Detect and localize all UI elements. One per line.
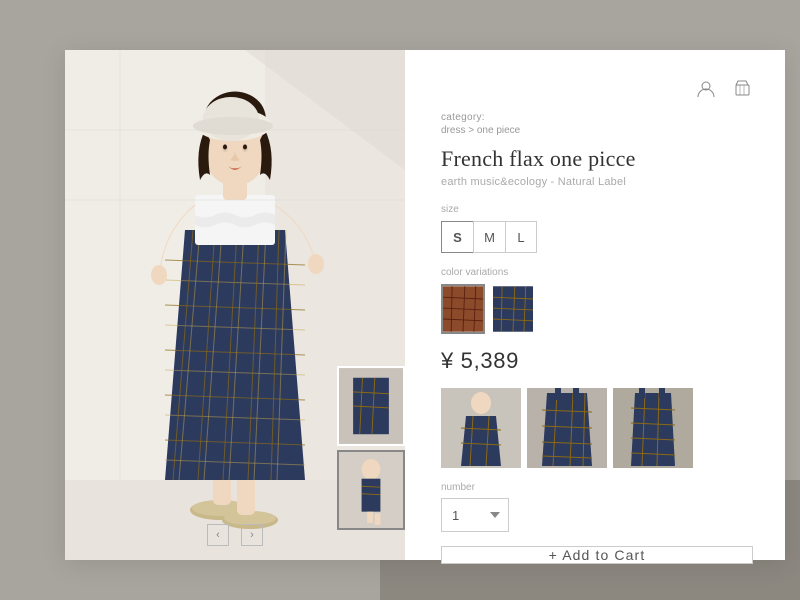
detail-thumb-1[interactable] [441,388,521,468]
size-options: S M L [441,221,753,253]
detail-thumb-2[interactable] [527,388,607,468]
size-btn-m[interactable]: M [473,221,505,253]
product-price: ¥ 5,389 [441,348,753,374]
product-details-panel: category: dress > one piece French flax … [405,50,785,560]
user-icon[interactable] [695,78,717,100]
thumb-item-1[interactable] [337,366,405,446]
next-thumbnail-button[interactable]: › [241,524,263,546]
color-swatches [441,284,753,334]
thumbnail-nav: ‹ › [207,524,263,546]
detail-thumb-3[interactable] [613,388,693,468]
product-card: ‹ › category: dress [65,50,785,560]
quantity-select[interactable]: 1 2 3 4 5 [441,498,509,532]
header-icons [441,78,753,100]
size-btn-l[interactable]: L [505,221,537,253]
thumb-item-2[interactable] [337,450,405,530]
product-brand: earth music&ecology - Natural Label [441,176,753,188]
quantity-selector: 1 2 3 4 5 [441,498,753,532]
product-detail-thumbs [441,388,753,468]
prev-thumbnail-button[interactable]: ‹ [207,524,229,546]
size-label: size [441,204,753,215]
product-title: French flax one picce [441,146,753,172]
cart-icon[interactable] [731,78,753,100]
color-swatch-1[interactable] [441,284,485,334]
size-btn-s[interactable]: S [441,221,473,253]
product-image-panel: ‹ › [65,50,405,560]
category-label: category: [441,112,753,123]
breadcrumb: dress > one piece [441,125,753,136]
thumbnail-strip [337,366,405,530]
add-to-cart-button[interactable]: + Add to Cart [441,546,753,564]
color-swatch-2[interactable] [491,284,535,334]
color-label: color variations [441,267,753,278]
number-label: number [441,482,753,493]
